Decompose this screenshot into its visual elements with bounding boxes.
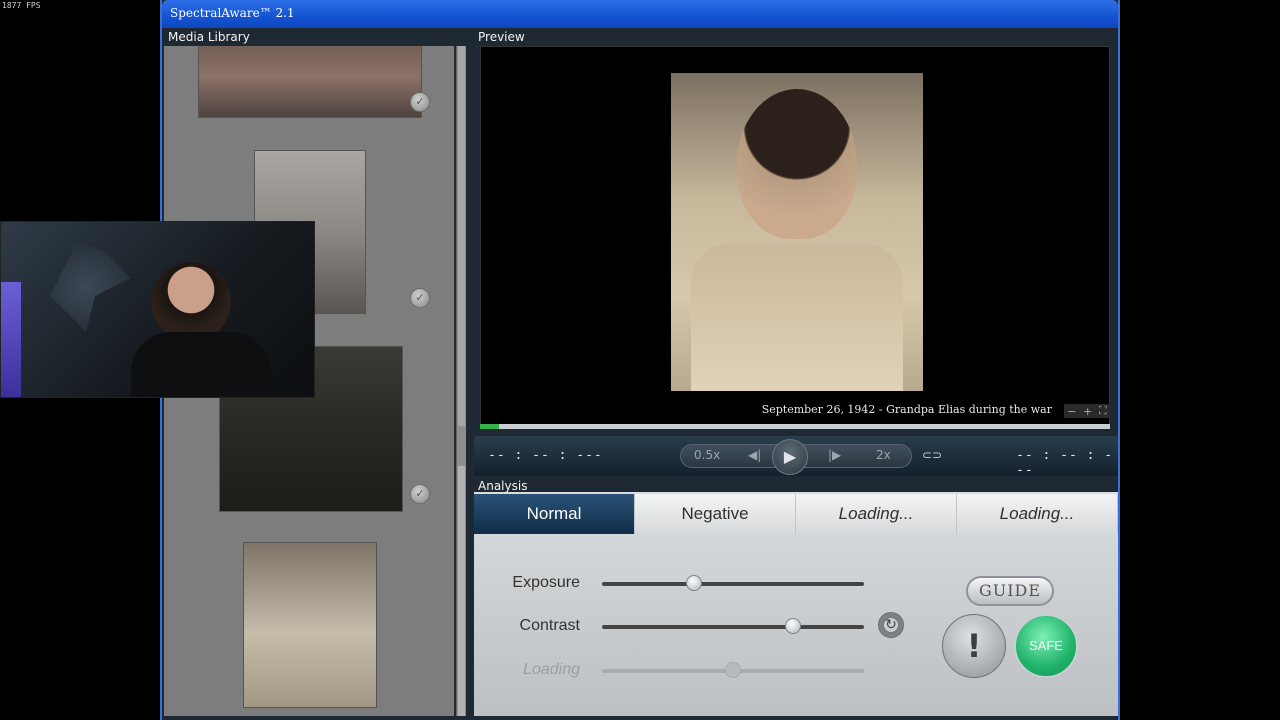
tab-loading[interactable]: Loading...: [796, 494, 957, 534]
media-thumbnail[interactable]: [243, 542, 377, 708]
fullscreen-icon[interactable]: ⛶: [1099, 404, 1107, 418]
preview-header: Preview: [474, 29, 590, 45]
window-title: SpectralAware™ 2.1: [170, 6, 295, 20]
transport-bar: -- : -- : --- 0.5x ◀| ▶ |▶ 2x ⊂⊃ -- : --…: [474, 436, 1118, 478]
media-library-header: Media Library: [164, 29, 284, 45]
time-remaining: -- : -- : ---: [1016, 448, 1114, 478]
loading-slider[interactable]: [602, 662, 864, 678]
person-body: [131, 332, 271, 397]
time-elapsed: -- : -- : ---: [488, 448, 603, 463]
analysis-panel: Normal Negative Loading... Loading... Ex…: [474, 492, 1118, 716]
preview-viewport[interactable]: [480, 46, 1110, 426]
checkmark-icon[interactable]: ✓: [410, 92, 430, 112]
scrollbar-thumb[interactable]: [458, 46, 465, 426]
tab-loading[interactable]: Loading...: [957, 494, 1118, 534]
zoom-controls: − + ⛶: [1064, 404, 1110, 418]
photo-caption: September 26, 1942 - Grandpa Elias durin…: [761, 403, 1052, 416]
media-thumbnail[interactable]: [198, 46, 422, 118]
reset-icon[interactable]: ↻: [878, 612, 904, 638]
previous-frame-icon[interactable]: ◀|: [748, 448, 761, 462]
preview-photo: [671, 73, 923, 391]
loop-icon[interactable]: ⊂⊃: [922, 448, 942, 462]
checkmark-icon[interactable]: ✓: [410, 484, 430, 504]
speed-slow-button[interactable]: 0.5x: [694, 448, 720, 462]
fps-counter: 1877 FPS: [2, 1, 41, 10]
play-button[interactable]: ▶: [772, 439, 808, 475]
scrollbar-track-lower: [458, 466, 465, 716]
safe-button[interactable]: SAFE: [1014, 614, 1078, 678]
analysis-tabs: Normal Negative Loading... Loading...: [474, 494, 1118, 534]
zoom-in-icon[interactable]: +: [1083, 405, 1092, 418]
play-icon: ▶: [783, 447, 797, 466]
progress-fill: [480, 424, 499, 429]
media-library-scrollbar[interactable]: [456, 46, 466, 716]
title-bar[interactable]: SpectralAware™ 2.1: [162, 0, 1118, 28]
wall-logo: [50, 242, 131, 332]
exposure-slider[interactable]: [602, 575, 864, 591]
guide-button[interactable]: GUIDE: [966, 576, 1054, 606]
portrait-shirt: [691, 243, 903, 391]
warning-button[interactable]: !: [942, 614, 1006, 678]
loading-slider-knob[interactable]: [725, 662, 741, 678]
checkmark-icon[interactable]: ✓: [410, 288, 430, 308]
playback-progress-bar[interactable]: [480, 424, 1110, 429]
webcam-overlay: [0, 221, 315, 398]
portrait-figure: [737, 89, 857, 239]
rgb-light: [1, 282, 21, 397]
exposure-label: Exposure: [512, 574, 580, 591]
exposure-slider-knob[interactable]: [685, 575, 702, 591]
tab-negative[interactable]: Negative: [635, 494, 796, 534]
speed-fast-button[interactable]: 2x: [876, 448, 891, 462]
zoom-out-icon[interactable]: −: [1067, 405, 1076, 418]
contrast-label: Contrast: [519, 617, 580, 634]
contrast-slider-knob[interactable]: [785, 618, 802, 634]
contrast-slider[interactable]: [602, 618, 864, 634]
next-frame-icon[interactable]: |▶: [828, 448, 841, 462]
person-head: [151, 262, 231, 342]
tab-normal[interactable]: Normal: [474, 494, 635, 534]
loading-slider-label: Loading: [523, 661, 580, 678]
